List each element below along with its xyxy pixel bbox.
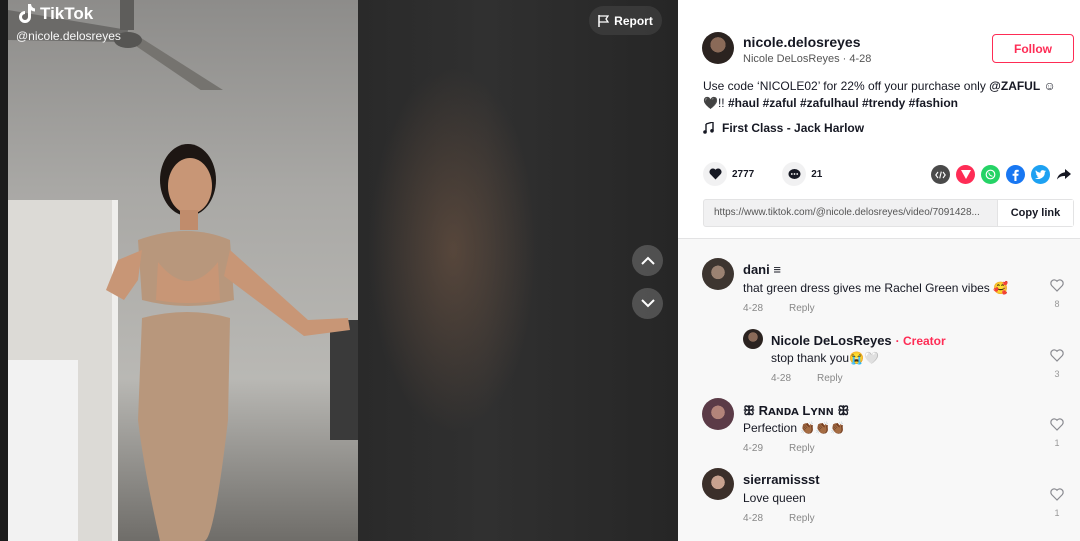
like-count: 2777	[732, 168, 755, 180]
comment-like-button[interactable]: 1	[1050, 488, 1064, 518]
comment-text: that green dress gives me Rachel Green v…	[743, 281, 1009, 295]
more-share-button[interactable]	[1056, 167, 1072, 183]
comment-count: 21	[811, 168, 823, 180]
caption-hashtags[interactable]: #haul #zaful #zafulhaul #trendy #fashion	[728, 96, 958, 110]
report-button[interactable]: Report	[589, 6, 662, 35]
commenter-name[interactable]: dani ≡	[743, 262, 781, 277]
like-button[interactable]	[703, 162, 727, 186]
video-link-url[interactable]: https://www.tiktok.com/@nicole.delosreye…	[704, 200, 997, 226]
chevron-down-icon	[640, 299, 655, 308]
share-buttons	[931, 165, 1072, 184]
commenter-avatar[interactable]	[702, 398, 734, 430]
video-stage: TikTok @nicole.delosreyes Report	[0, 0, 678, 541]
creator-badge: · Creator	[895, 334, 946, 348]
commenter-avatar[interactable]	[702, 258, 734, 290]
comment-like-count: 8	[1054, 299, 1060, 309]
comment-date: 4-29	[743, 443, 764, 454]
author-username[interactable]: nicole.delosreyes	[743, 34, 861, 50]
comment-meta: 4-29 Reply	[743, 443, 815, 454]
heart-outline-icon	[1050, 488, 1064, 501]
reply-date: 4-28	[771, 373, 792, 384]
facebook-icon	[1012, 169, 1019, 181]
reply-button[interactable]: Reply	[789, 303, 815, 314]
reply-like-count: 3	[1054, 369, 1060, 379]
brand-name: TikTok	[40, 4, 94, 23]
reply-button[interactable]: Reply	[789, 443, 815, 454]
comment-like-count: 1	[1054, 438, 1060, 448]
music-title: First Class - Jack Harlow	[722, 121, 865, 135]
comment-like-button[interactable]: 1	[1050, 418, 1064, 448]
previous-video-button[interactable]	[632, 245, 663, 276]
comment-list: dani ≡ that green dress gives me Rachel …	[678, 239, 1080, 541]
reply-like-button[interactable]: 3	[1050, 349, 1064, 379]
reply-button[interactable]: Reply	[789, 513, 815, 524]
author-avatar[interactable]	[702, 32, 734, 64]
facebook-share-button[interactable]	[1006, 165, 1025, 184]
report-label: Report	[614, 13, 653, 28]
comment-text: Perfection 👏🏾👏🏾👏🏾	[743, 421, 846, 435]
flag-icon	[598, 14, 610, 27]
caption-emoji: ☺	[1040, 79, 1056, 93]
creator-comment-header: Nicole DeLosReyes · Creator	[771, 333, 946, 348]
reply-text: stop thank you😭🤍	[771, 351, 879, 365]
share-arrow-icon	[1057, 169, 1071, 180]
music-note-icon	[703, 122, 714, 134]
creator-avatar[interactable]	[743, 329, 763, 349]
comment-date: 4-28	[743, 513, 764, 524]
send-arrow-icon	[960, 170, 971, 179]
video-handle-overlay: @nicole.delosreyes	[16, 29, 121, 43]
tiktok-logo-icon	[19, 4, 35, 23]
caption-mention[interactable]: @ZAFUL	[989, 79, 1040, 93]
caption-text: Use code ‘NICOLE02’ for 22% off your pur…	[703, 79, 990, 93]
embed-share-button[interactable]	[931, 165, 950, 184]
commenter-name[interactable]: ꕥ Rᴀɴᴅᴀ Lʏɴɴ ꕥ	[743, 403, 849, 419]
reply-meta: 4-28 Reply	[771, 373, 843, 384]
twitter-share-button[interactable]	[1031, 165, 1050, 184]
comment-button[interactable]	[782, 162, 807, 186]
comment-like-button[interactable]: 8	[1050, 279, 1064, 309]
whatsapp-icon	[985, 169, 996, 180]
embed-code-icon	[935, 170, 946, 179]
chevron-up-icon	[640, 256, 655, 265]
caption-heart: 🖤!!	[703, 96, 728, 110]
next-video-button[interactable]	[632, 288, 663, 319]
send-share-button[interactable]	[956, 165, 975, 184]
video-caption: Use code ‘NICOLE02’ for 22% off your pur…	[703, 78, 1075, 112]
heart-outline-icon	[1050, 418, 1064, 431]
whatsapp-share-button[interactable]	[981, 165, 1000, 184]
engagement-stats: 2777 21	[703, 162, 822, 186]
author-display-name-date: Nicole DeLosReyes · 4-28	[743, 53, 872, 65]
heart-outline-icon	[1050, 349, 1064, 362]
video-backdrop	[358, 0, 678, 541]
comment-item: dani ≡ that green dress gives me Rachel …	[678, 239, 1080, 319]
person-image	[106, 144, 350, 541]
follow-button[interactable]: Follow	[992, 34, 1074, 63]
heart-outline-icon	[1050, 279, 1064, 292]
reply-item: Nicole DeLosReyes · Creator stop thank yo…	[678, 319, 1080, 391]
comment-item: sierramissst Love queen 4-28 Reply 1	[678, 461, 1080, 541]
brand-logo[interactable]: TikTok	[18, 4, 93, 24]
video-player[interactable]	[8, 0, 358, 541]
music-link[interactable]: First Class - Jack Harlow	[703, 121, 864, 135]
commenter-avatar[interactable]	[702, 468, 734, 500]
reply-button[interactable]: Reply	[817, 373, 843, 384]
tiktok-video-page: TikTok @nicole.delosreyes Report nicole.…	[0, 0, 1080, 541]
twitter-bird-icon	[1035, 170, 1046, 179]
info-panel: nicole.delosreyes Nicole DeLosReyes · 4-…	[678, 0, 1080, 541]
video-link-box: https://www.tiktok.com/@nicole.delosreye…	[703, 199, 1074, 227]
comment-date: 4-28	[743, 303, 764, 314]
copy-link-button[interactable]: Copy link	[997, 200, 1073, 226]
comment-meta: 4-28 Reply	[743, 303, 815, 314]
comment-icon	[788, 169, 801, 179]
comment-meta: 4-28 Reply	[743, 513, 815, 524]
comment-text: Love queen	[743, 491, 806, 505]
comment-like-count: 1	[1054, 508, 1060, 518]
commenter-name[interactable]: sierramissst	[743, 472, 820, 487]
creator-name[interactable]: Nicole DeLosReyes	[771, 333, 892, 348]
heart-icon	[708, 168, 722, 180]
comment-item: ꕥ Rᴀɴᴅᴀ Lʏɴɴ ꕥ Perfection 👏🏾👏🏾👏🏾 4-29 Rep…	[678, 391, 1080, 461]
